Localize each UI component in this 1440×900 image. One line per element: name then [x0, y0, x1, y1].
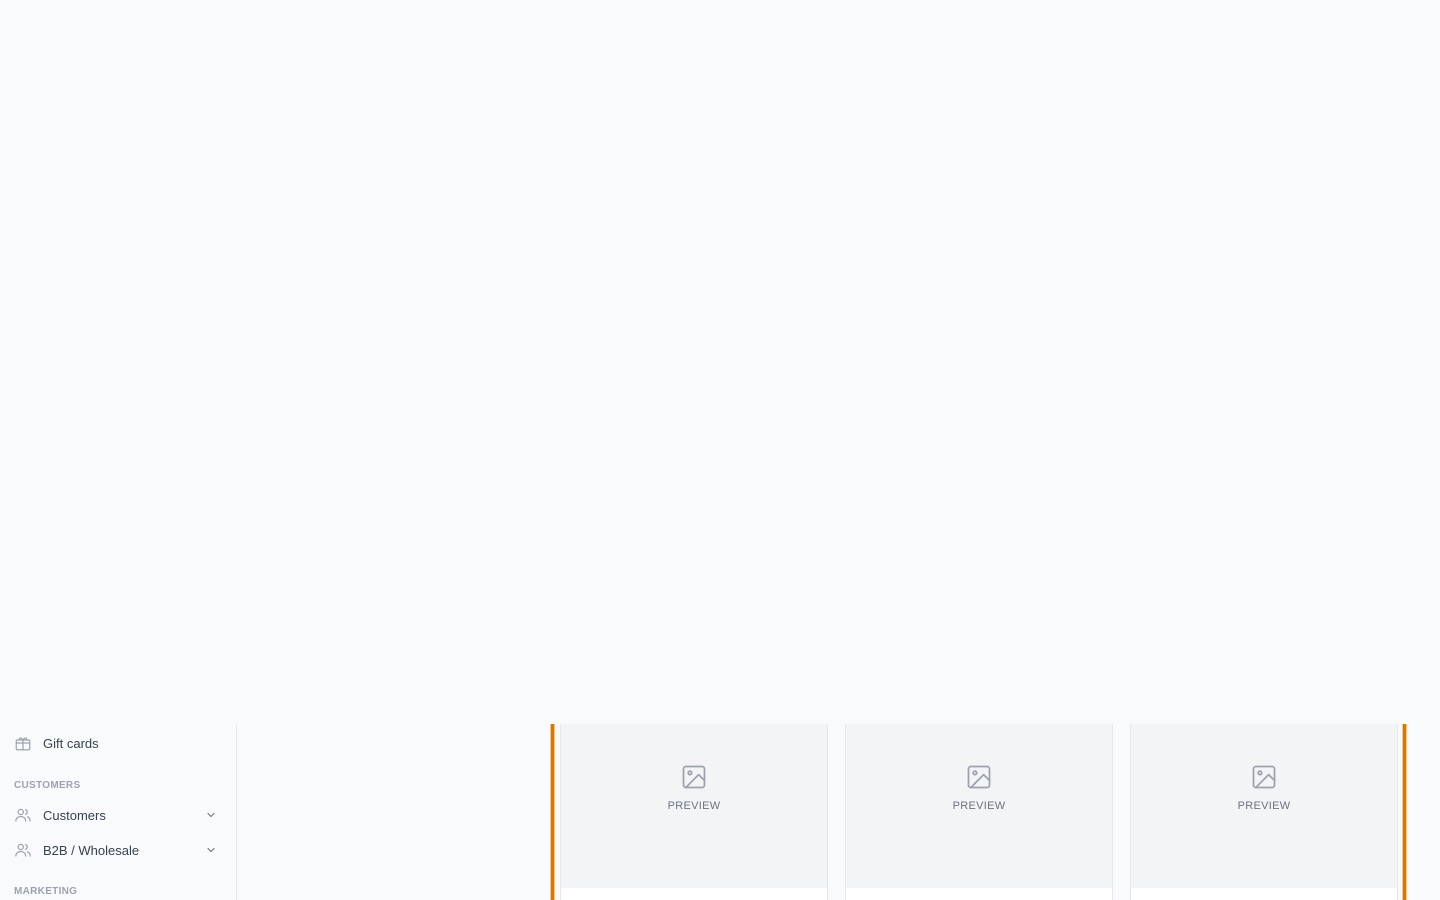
section-header-marketing: MARKETING [14, 886, 78, 897]
gift-icon [14, 734, 32, 752]
preview-card[interactable]: PREVIEW [1130, 724, 1398, 900]
sidebar-item-label: Gift cards [43, 735, 99, 751]
users-icon [14, 841, 32, 859]
preview-label: PREVIEW [1237, 800, 1291, 812]
section-header-customers: CUSTOMERS [14, 780, 81, 791]
card-preview-area: PREVIEW [561, 724, 827, 888]
preview-card[interactable]: PREVIEW [845, 724, 1113, 900]
image-placeholder-icon [1250, 763, 1278, 791]
sidebar-item-b2b-wholesale[interactable]: B2B / Wholesale [6, 835, 228, 865]
sidebar-item-label: Customers [43, 807, 106, 823]
app-window: Gift cards CUSTOMERS Customers B2B / Who… [0, 0, 1440, 900]
image-placeholder-icon [680, 763, 708, 791]
sidebar-item-label: B2B / Wholesale [43, 842, 140, 858]
card-preview-area: PREVIEW [1131, 724, 1397, 888]
carousel-left-edge [550, 724, 555, 900]
image-placeholder-icon [965, 763, 993, 791]
carousel-right-edge [1402, 724, 1407, 900]
chevron-down-icon[interactable] [204, 843, 218, 857]
chevron-down-icon[interactable] [204, 808, 218, 822]
preview-card-carousel: PREVIEW PREVIEW PREVIEW [550, 724, 1410, 900]
sidebar-item-gift-cards[interactable]: Gift cards [6, 728, 228, 758]
card-preview-area: PREVIEW [846, 724, 1112, 888]
preview-label: PREVIEW [952, 800, 1006, 812]
sidebar-item-customers[interactable]: Customers [6, 800, 228, 830]
preview-label: PREVIEW [667, 800, 721, 812]
preview-card[interactable]: PREVIEW [560, 724, 828, 900]
sidebar: Gift cards CUSTOMERS Customers B2B / Who… [0, 724, 237, 900]
users-icon [14, 806, 32, 824]
